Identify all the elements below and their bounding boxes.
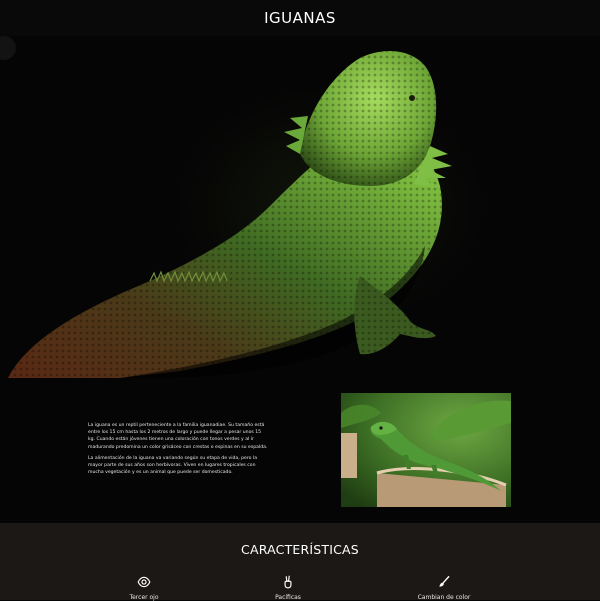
iguana-photo bbox=[341, 393, 511, 507]
features-section: CARACTERÍSTICAS Tercer ojo Pacíficas Cam… bbox=[0, 523, 600, 601]
site-header: IGUANAS bbox=[0, 0, 600, 36]
feature-peaceful: Pacíficas bbox=[238, 575, 338, 601]
bearded-dragon-illustration bbox=[0, 36, 452, 378]
eye-icon bbox=[137, 576, 151, 588]
intro-text: La iguana es un reptil perteneciente a l… bbox=[88, 422, 268, 480]
feature-third-eye: Tercer ojo bbox=[94, 575, 194, 601]
peace-hand-icon bbox=[284, 575, 292, 589]
feature-color-change: Cambian de color bbox=[394, 575, 494, 601]
green-iguana-illustration bbox=[341, 393, 511, 507]
hero-image bbox=[0, 36, 600, 378]
intro-section: La iguana es un reptil perteneciente a l… bbox=[0, 378, 600, 523]
paint-brush-icon bbox=[439, 576, 450, 587]
intro-paragraph-2: La alimentación de la iguana va variando… bbox=[88, 455, 258, 476]
page-title: IGUANAS bbox=[264, 9, 336, 27]
features-title: CARACTERÍSTICAS bbox=[241, 542, 359, 557]
intro-paragraph-1: La iguana es un reptil perteneciente a l… bbox=[88, 423, 268, 450]
